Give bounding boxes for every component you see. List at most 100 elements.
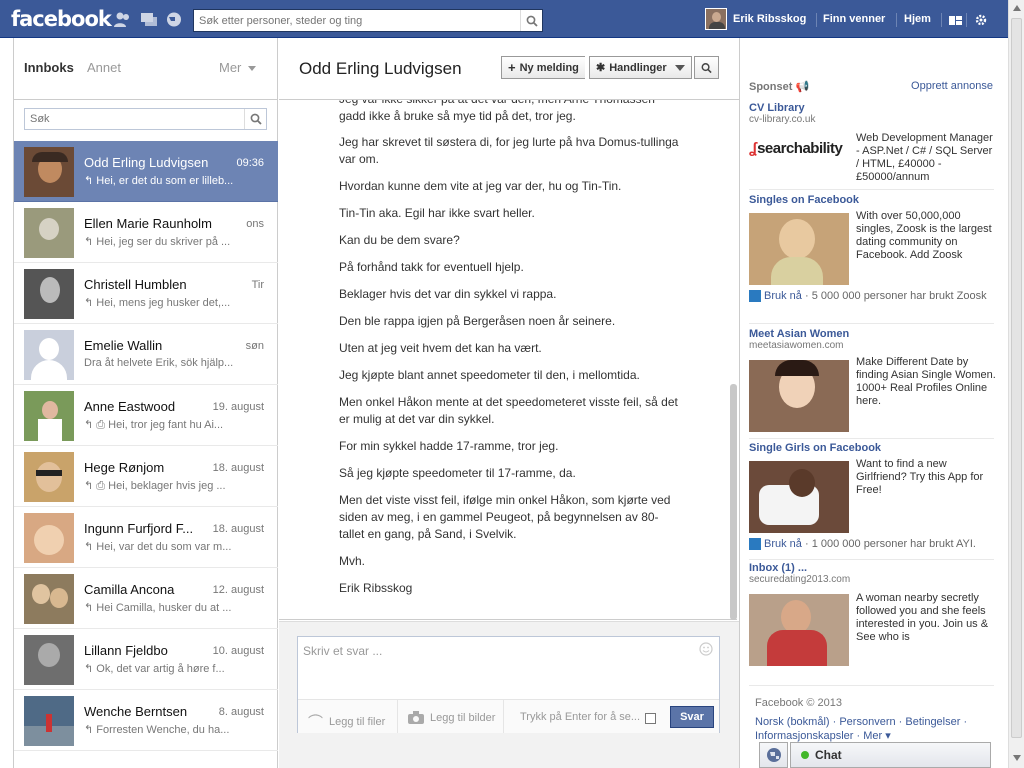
conversation-title[interactable]: Odd Erling Ludvigsen [299,59,462,79]
thread-item[interactable]: Anne Eastwood 19. august ↰ ⎙ Hei, tror j… [14,385,278,446]
ad-image[interactable] [749,461,849,533]
thread-item[interactable]: Hege Rønjom 18. august ↰ ⎙ Hei, beklager… [14,446,278,507]
avatar [24,269,74,319]
thread-snippet: ↰ Hei, jeg ser du skriver på ... [84,236,231,248]
message-area: Jeg var ikke sikker på at det var den, m… [279,100,737,620]
ad-title[interactable]: Singles on Facebook [749,194,994,206]
search-bar [193,9,543,32]
attach-images-button[interactable]: Legg til bilder [408,711,495,724]
thread-name: Wenche Berntsen [84,704,188,719]
friend-requests-icon[interactable] [113,11,131,28]
new-message-button[interactable]: + Ny melding [501,56,585,79]
ad-image[interactable] [749,360,849,432]
message-text: Den ble rappa igjen på Bergeråsen noen å… [339,314,616,328]
scrollbar-thumb[interactable] [1011,18,1022,738]
chevron-down-icon [674,64,685,71]
thread-item[interactable]: Christell Humblen Tir ↰ Hei, mens jeg hu… [14,263,278,324]
tab-inbox[interactable]: Innboks [24,60,74,75]
ad-image[interactable] [749,213,849,285]
divider [816,13,817,27]
ad-title[interactable]: Single Girls on Facebook [749,442,994,454]
message-text: Jeg har skrevet til søstera di, for jeg … [339,135,679,166]
send-button[interactable]: Svar [670,706,714,728]
thread-item[interactable]: Wenche Berntsen 8. august ↰ Forresten We… [14,690,278,751]
search-input[interactable] [194,10,514,31]
emoticon-icon[interactable] [699,642,713,656]
message-text: Men det viste visst feil, ifølge min onk… [339,493,671,541]
use-now-link[interactable]: Bruk nå [764,290,802,302]
reply-box[interactable]: Skriv et svar ... ⌒ Legg til filer Legg t… [297,636,720,733]
use-now-link[interactable]: Bruk nå [764,538,802,550]
footer-links[interactable]: Norsk (bokmål) · Personvern · Betingelse… [755,715,995,743]
scroll-down-arrow-icon[interactable] [1013,755,1021,761]
message-text: Men onkel Håkon mente at det speedometer… [339,395,678,426]
ad-cv-library[interactable]: CV Library cv-library.co.uk ʆ searchabili… [749,102,994,183]
message-text: Beklager hvis det var din sykkel vi rapp… [339,287,557,301]
thread-search-input[interactable] [25,109,240,129]
thread-item[interactable]: Ingunn Furfjord F... 18. august ↰ Hei, v… [14,507,278,568]
attach-files-label: Legg til filer [329,715,386,728]
ad-use-now: Bruk nå · 1 000 000 personer har brukt A… [749,538,976,551]
chat-bar[interactable]: Chat [790,742,991,768]
thread-snippet: ↰ Hei Camilla, husker du at ... [84,602,232,614]
ad-single-girls[interactable]: Single Girls on Facebook Want to find a … [749,442,994,551]
searchability-logo: ʆ searchability [749,139,843,157]
actions-dropdown[interactable]: ✱ Handlinger [589,56,692,79]
user-name: Erik Ribsskog [733,13,807,25]
page-scrollbar[interactable] [1008,0,1024,768]
scroll-up-arrow-icon[interactable] [1013,5,1021,11]
thread-item[interactable]: Camilla Ancona 12. august ↰ Hei Camilla,… [14,568,278,629]
find-friends-link[interactable]: Finn venner [823,0,885,38]
thread-search-button[interactable] [244,109,266,129]
online-status-icon [801,751,809,759]
thread-item[interactable]: Odd Erling Ludvigsen 09:36 ↰ Hei, er det… [14,141,278,202]
ad-title[interactable]: Meet Asian Women [749,328,994,340]
ad-title[interactable]: Inbox (1) ... [749,562,994,574]
enter-to-send-checkbox[interactable] [645,713,656,724]
ad-inbox[interactable]: Inbox (1) ... securedating2013.com A wom… [749,562,994,666]
notifications-globe-icon[interactable] [165,11,183,28]
thread-date: 19. august [212,401,264,413]
message-scrollbar[interactable] [730,384,737,620]
ad-url: cv-library.co.uk [749,114,816,125]
create-ad-link[interactable]: Opprett annonse [911,80,993,92]
gear-icon[interactable] [975,14,987,26]
thread-item[interactable]: Emelie Wallin søn Dra åt helvete Erik, s… [14,324,278,385]
more-dropdown[interactable]: Mer [219,60,257,75]
ad-image[interactable] [749,594,849,666]
chat-sidebar-toggle[interactable] [759,742,788,768]
megaphone-icon: 📢 [795,81,810,93]
paperclip-icon: ⌒ [308,714,324,731]
messages-icon[interactable] [140,11,158,28]
search-conversation-button[interactable] [694,56,719,79]
thread-date: 10. august [212,645,264,657]
home-link[interactable]: Hjem [904,0,931,38]
thread-item[interactable]: Ellen Marie Raunholm ons ↰ Hei, jeg ser … [14,202,278,263]
thread-item[interactable]: Lillann Fjeldbo 10. august ↰ Ok, det var… [14,629,278,690]
inbox-header: Innboks Annet Mer [14,38,277,100]
attach-images-label: Legg til bilder [430,711,496,724]
privacy-shortcuts-icon[interactable] [949,14,962,26]
attach-files-button[interactable]: ⌒ Legg til filer [308,711,385,732]
avatar [24,391,74,441]
thread-snippet: ↰ Ok, det var artig å høre f... [84,663,225,675]
reply-input[interactable]: Skriv et svar ... [303,644,382,658]
top-bar: facebook Erik Ribsskog Finn venner Hjem [0,0,1008,38]
search-icon [250,113,262,125]
camera-icon [408,711,424,724]
ad-title[interactable]: CV Library [749,102,994,114]
search-button[interactable] [520,10,542,31]
profile-link[interactable]: Erik Ribsskog [705,0,806,38]
enter-to-send-label: Trykk på Enter for å se... [520,711,640,723]
thread-date: ons [246,218,264,230]
searchability-mark-icon: ʆ [749,139,758,157]
message-text: Mvh. [339,554,366,568]
thread-search [24,108,267,130]
tab-other[interactable]: Annet [87,60,121,75]
ad-asian-women[interactable]: Meet Asian Women meetasiawomen.com Make … [749,328,996,432]
ad-singles[interactable]: Singles on Facebook With over 50,000,000… [749,194,994,303]
reply-toolbar: ⌒ Legg til filer Legg til bilder Trykk på… [298,699,719,733]
facebook-logo[interactable]: facebook [11,7,112,31]
thread-name: Anne Eastwood [84,399,176,414]
message-text: Tin-Tin aka. Egil har ikke svart heller. [339,206,535,220]
